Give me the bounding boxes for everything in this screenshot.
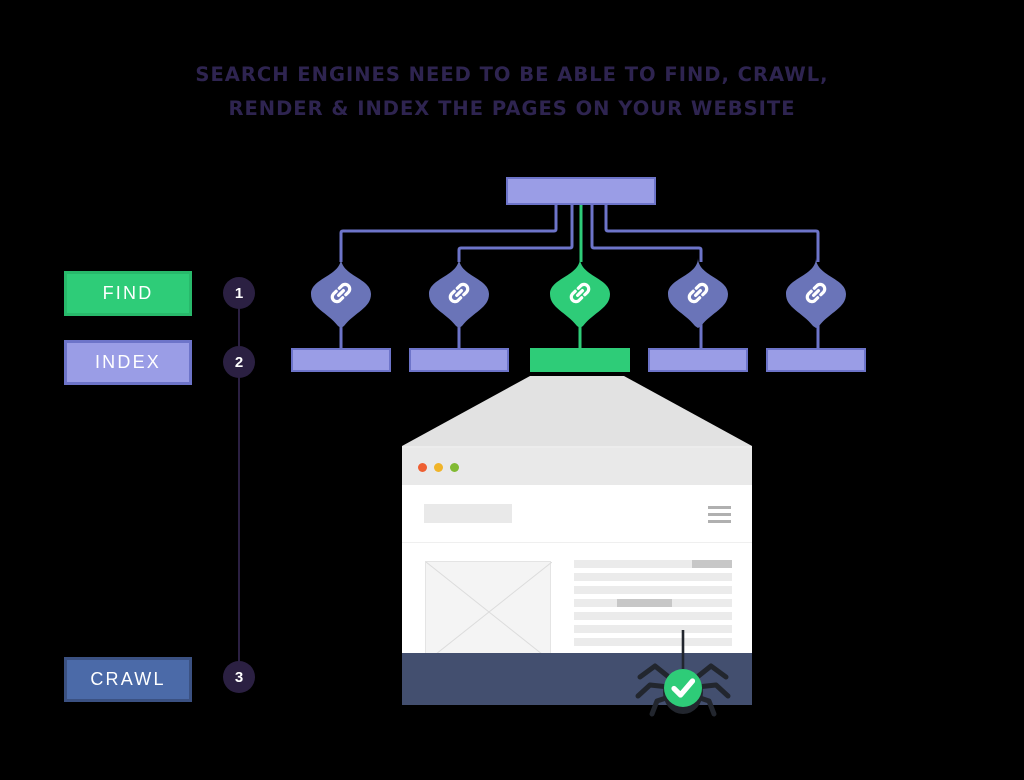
nav-divider xyxy=(402,542,752,543)
image-placeholder xyxy=(425,561,553,663)
sitemap-page-box-2[interactable] xyxy=(409,348,509,372)
stage-label-crawl[interactable]: CRAWL xyxy=(64,657,192,702)
text-line xyxy=(574,573,732,581)
text-line xyxy=(574,586,732,594)
sitemap-link-node-1[interactable] xyxy=(311,258,371,328)
crawler-spider xyxy=(635,630,731,717)
site-logo-placeholder xyxy=(424,504,512,523)
render-funnel xyxy=(402,376,752,448)
close-dot-icon[interactable] xyxy=(418,463,427,472)
link-icon xyxy=(429,258,489,328)
sitemap-page-box-3-highlighted[interactable] xyxy=(530,348,630,372)
text-line xyxy=(574,560,732,568)
infographic-canvas: Search engines need to be able to find, … xyxy=(0,0,1024,780)
sitemap-link-node-3-highlighted[interactable] xyxy=(550,258,610,328)
link-icon xyxy=(668,258,728,328)
sitemap-link-node-2[interactable] xyxy=(429,258,489,328)
link-icon xyxy=(311,258,371,328)
sitemap-link-node-4[interactable] xyxy=(668,258,728,328)
sitemap-page-box-5[interactable] xyxy=(766,348,866,372)
text-line xyxy=(574,599,732,607)
link-icon xyxy=(786,258,846,328)
sitemap-link-node-5[interactable] xyxy=(786,258,846,328)
stage-label-crawl-text: CRAWL xyxy=(90,669,166,689)
maximize-dot-icon[interactable] xyxy=(450,463,459,472)
step-circle-3[interactable]: 3 xyxy=(223,661,255,693)
minimize-dot-icon[interactable] xyxy=(434,463,443,472)
sitemap-page-box-4[interactable] xyxy=(648,348,748,372)
sitemap-page-box-1[interactable] xyxy=(291,348,391,372)
sitemap-root-box[interactable] xyxy=(506,177,656,205)
link-icon xyxy=(550,258,610,328)
browser-titlebar xyxy=(402,448,752,485)
image-placeholder-cross-icon xyxy=(425,561,553,663)
step-circle-3-number: 3 xyxy=(234,668,244,686)
text-line xyxy=(574,612,732,620)
hamburger-menu-icon[interactable] xyxy=(708,506,731,527)
